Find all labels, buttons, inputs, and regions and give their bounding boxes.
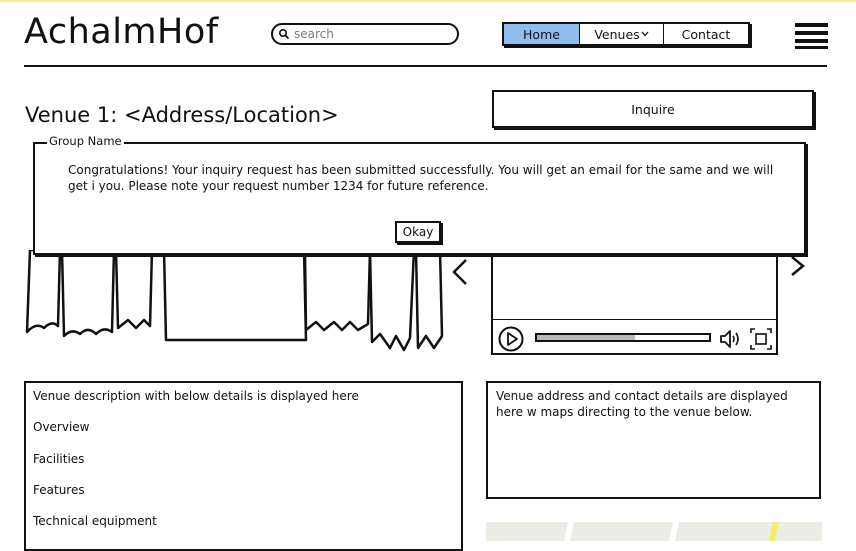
venue-address-panel: Venue address and contact details are di… [486,381,821,499]
description-item: Facilities [33,452,85,466]
hamburger-icon[interactable] [795,22,829,49]
search-input[interactable] [294,26,454,42]
main-nav: Home Venues Contact [502,22,750,46]
chevron-down-icon [641,31,649,37]
nav-home-label: Home [523,26,560,42]
volume-icon[interactable] [719,328,743,350]
chevron-right-icon[interactable] [790,255,806,277]
nav-contact[interactable]: Contact [664,24,748,44]
nav-contact-label: Contact [681,26,731,42]
site-logo[interactable]: AchalmHof [24,12,219,52]
inquire-button[interactable]: Inquire [492,90,814,128]
venue-image-placeholder [25,250,444,352]
page-title: Venue 1: <Address/Location> [25,103,339,127]
venue-map[interactable] [486,522,822,541]
player-controls [493,319,776,354]
search-icon [279,29,289,39]
chevron-left-icon[interactable] [452,258,468,286]
description-item: Technical equipment [33,514,157,528]
confirmation-dialog: Group Name Congratulations! Your inquiry… [33,134,806,255]
play-icon[interactable] [498,326,524,352]
address-text: Venue address and contact details are di… [496,389,788,419]
dialog-group-label: Group Name [47,134,124,148]
description-item: Overview [33,420,90,434]
description-heading: Venue description with below details is … [33,389,359,403]
nav-home[interactable]: Home [504,24,580,44]
header-divider [24,65,827,67]
description-item: Features [33,483,85,497]
nav-venues-label: Venues [594,26,640,42]
nav-venues[interactable]: Venues [580,24,664,44]
video-player [491,250,778,355]
progress-fill [537,335,636,340]
venue-description-panel: Venue description with below details is … [24,381,463,551]
okay-button[interactable]: Okay [395,221,441,243]
progress-bar[interactable] [535,333,711,342]
top-accent-line [0,0,856,2]
dialog-message: Congratulations! Your inquiry request ha… [68,163,774,193]
search-box[interactable] [271,23,459,45]
fullscreen-icon[interactable] [750,328,772,350]
